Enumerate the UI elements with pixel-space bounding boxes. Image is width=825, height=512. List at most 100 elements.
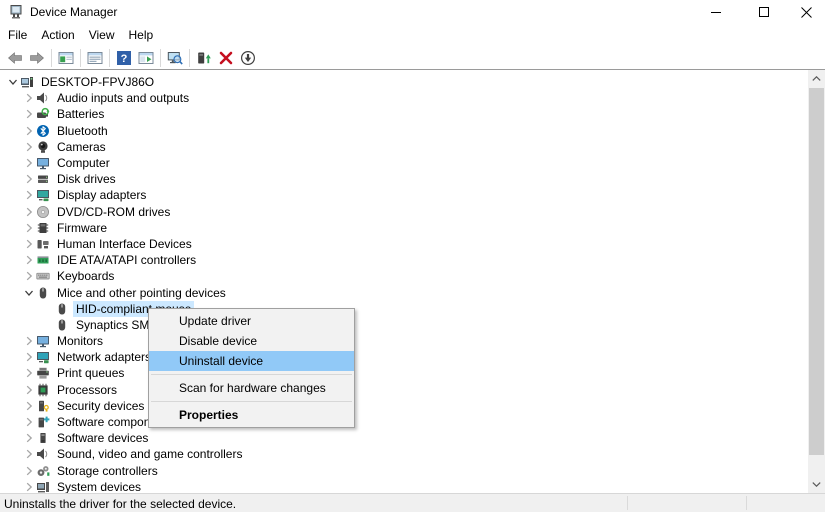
chevron-right-icon[interactable] [21,156,36,170]
tree-row-dvd-cd-rom-drives[interactable]: DVD/CD-ROM drives [0,204,806,220]
chevron-right-icon[interactable] [21,447,36,461]
chevron-down-icon[interactable] [5,75,20,89]
chevron-right-icon[interactable] [21,366,36,380]
scrollbar-thumb[interactable] [809,88,824,455]
chevron-right-icon[interactable] [21,188,36,202]
bluetooth-icon [36,124,52,138]
mouse-icon [36,286,52,300]
tree-row-label: Audio inputs and outputs [57,91,190,106]
toolbar-separator [51,48,52,67]
menu-help[interactable]: Help [122,25,161,45]
chevron-right-icon[interactable] [21,350,36,364]
menu-item-scan-hardware[interactable]: Scan for hardware changes [149,378,354,398]
chevron-right-icon[interactable] [21,172,36,186]
storage-controller-icon [36,464,52,478]
toolbar-separator [80,48,81,67]
help-button[interactable]: ? [113,48,135,68]
tree-row-ide-ata-atapi-controllers[interactable]: IDE ATA/ATAPI controllers [0,252,806,268]
chevron-right-icon[interactable] [21,253,36,267]
tree-row-sound-video-and-game-controllers[interactable]: Sound, video and game controllers [0,446,806,462]
forward-button[interactable] [26,48,48,68]
chevron-right-icon[interactable] [21,107,36,121]
chevron-right-icon[interactable] [21,221,36,235]
tree-row-firmware[interactable]: Firmware [0,220,806,236]
tree-row-system-devices[interactable]: System devices [0,479,806,493]
tree-row-mice-and-other-pointing-devices[interactable]: Mice and other pointing devices [0,284,806,300]
toolbar-separator [109,48,110,67]
minimize-button[interactable] [699,0,733,24]
maximize-button[interactable] [747,0,781,24]
tree-row-software-components[interactable]: Software components [0,414,806,430]
menu-action[interactable]: Action [34,25,81,45]
ide-controller-icon [36,253,52,267]
scan-hardware-icon [167,50,183,66]
tree-row-label: System devices [57,479,142,493]
tree-row-cameras[interactable]: Cameras [0,139,806,155]
tree-row-human-interface-devices[interactable]: Human Interface Devices [0,236,806,252]
tree-row-network-adapters[interactable]: Network adapters [0,349,806,365]
toolbar: ? [0,46,825,70]
chevron-right-icon[interactable] [21,464,36,478]
scan-hardware-button[interactable] [164,48,186,68]
tree-row-label: Mice and other pointing devices [57,285,226,300]
menu-item-disable-device[interactable]: Disable device [149,331,354,351]
back-button[interactable] [4,48,26,68]
chevron-right-icon[interactable] [21,91,36,105]
tree-row-software-devices[interactable]: Software devices [0,430,806,446]
menu-view[interactable]: View [82,25,122,45]
chevron-right-icon[interactable] [21,205,36,219]
tree-row-computer[interactable]: Computer [0,155,806,171]
tree-row-storage-controllers[interactable]: Storage controllers [0,463,806,479]
properties-button[interactable] [84,48,106,68]
menu-file[interactable]: File [1,25,34,45]
show-action-pane-button[interactable] [135,48,157,68]
show-console-tree-button[interactable] [55,48,77,68]
chevron-right-icon[interactable] [21,334,36,348]
chevron-right-icon[interactable] [21,237,36,251]
tree-row-monitors[interactable]: Monitors [0,333,806,349]
sound-controller-icon [36,447,52,461]
menu-item-uninstall-device[interactable]: Uninstall device [149,351,354,371]
maximize-icon [759,7,769,17]
tree-row-label: Software devices [57,431,149,446]
chevron-right-icon[interactable] [21,140,36,154]
show-action-pane-icon [138,50,154,66]
uninstall-device-button[interactable] [215,48,237,68]
scroll-up-button[interactable] [808,70,825,87]
tree-row-batteries[interactable]: Batteries [0,106,806,122]
printer-icon [36,366,52,380]
tree-row-bluetooth[interactable]: Bluetooth [0,123,806,139]
scroll-down-button[interactable] [808,476,825,493]
tree-row-synaptics-smbus[interactable]: Synaptics SMBus [0,317,806,333]
update-driver-button[interactable] [193,48,215,68]
tree-row-hid-compliant-mouse[interactable]: HID-compliant mouse [0,300,806,317]
chevron-right-icon[interactable] [21,415,36,429]
chevron-right-icon[interactable] [21,399,36,413]
title-bar: Device Manager [0,0,825,24]
tree-row-processors[interactable]: Processors [0,382,806,398]
uninstall-device-icon [218,50,234,66]
chevron-right-icon[interactable] [21,431,36,445]
chevron-down-icon[interactable] [21,286,36,300]
menu-item-properties[interactable]: Properties [149,405,354,425]
tree-row-audio-inputs-and-outputs[interactable]: Audio inputs and outputs [0,90,806,106]
tree-row-security-devices[interactable]: Security devices [0,398,806,414]
close-button[interactable] [789,0,823,24]
tree-row-keyboards[interactable]: Keyboards [0,268,806,284]
tree-row-print-queues[interactable]: Print queues [0,365,806,381]
tree-row-display-adapters[interactable]: Display adapters [0,187,806,203]
tree-row-label: Bluetooth [57,123,108,138]
chevron-right-icon[interactable] [21,269,36,283]
chevron-right-icon[interactable] [21,480,36,493]
tree-row-label: Computer [57,156,110,171]
tree-row-disk-drives[interactable]: Disk drives [0,171,806,187]
menu-item-update-driver[interactable]: Update driver [149,311,354,331]
software-component-icon [36,415,52,429]
chevron-right-icon[interactable] [21,124,36,138]
chevron-right-icon[interactable] [21,383,36,397]
network-adapter-icon [36,350,52,364]
tree-row-label: Processors [57,382,118,397]
tree-row-desktop-fpvj86o[interactable]: DESKTOP-FPVJ86O [0,74,806,90]
disable-device-button[interactable] [237,48,259,68]
vertical-scrollbar[interactable] [808,70,825,493]
